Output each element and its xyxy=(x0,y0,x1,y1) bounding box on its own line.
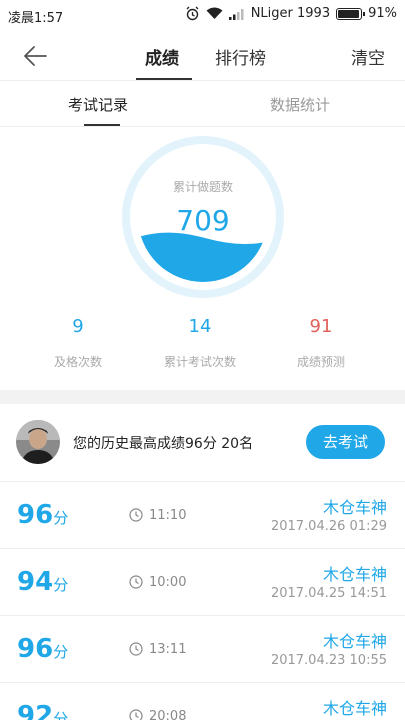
clock-icon xyxy=(129,508,143,522)
record-duration: 20:08 xyxy=(149,709,187,720)
score-value: 94 xyxy=(17,567,54,597)
list-item[interactable]: 94分 10:00 木仓车神 2017.04.25 14:51 xyxy=(0,549,405,616)
list-item[interactable]: 96分 11:10 木仓车神 2017.04.26 01:29 xyxy=(0,482,405,549)
record-score: 96分 xyxy=(17,634,68,664)
clear-button[interactable]: 清空 xyxy=(351,44,385,69)
stat-score-prediction: 91 成绩预测 xyxy=(261,316,381,370)
score-unit: 分 xyxy=(53,710,69,720)
arrow-left-icon[interactable] xyxy=(20,40,52,72)
record-duration: 11:10 xyxy=(149,508,187,523)
stat-exam-count: 14 累计考试次数 xyxy=(140,316,260,370)
record-date: 2017.04.25 14:51 xyxy=(270,586,387,601)
record-score: 94分 xyxy=(17,567,68,597)
carrier-name: NLiger 1993 xyxy=(250,6,331,21)
stat-value: 14 xyxy=(188,316,212,337)
score-value: 96 xyxy=(17,500,54,530)
summary-panel: 累计做题数 709 9 及格次数 14 累计考试次数 91 成绩预测 xyxy=(0,128,405,390)
record-score: 96分 xyxy=(17,500,68,530)
clock-icon xyxy=(129,709,143,720)
stat-value: 91 xyxy=(309,316,333,337)
total-questions-label: 累计做题数 xyxy=(172,180,233,194)
tab-ranking[interactable]: 排行榜 xyxy=(215,44,266,69)
score-unit: 分 xyxy=(53,509,69,527)
wifi-icon xyxy=(206,7,223,19)
list-item[interactable]: 92分 20:08 木仓车神 xyxy=(0,683,405,720)
stat-label: 及格次数 xyxy=(53,355,102,369)
score-unit: 分 xyxy=(53,643,69,661)
status-bar: 凌晨1:57 NLiger 1993 91% xyxy=(0,0,405,30)
record-date: 2017.04.23 10:55 xyxy=(270,653,387,668)
clock-icon xyxy=(129,575,143,589)
sub-tabs: 考试记录 数据统计 xyxy=(0,82,405,127)
take-exam-button[interactable]: 去考试 xyxy=(306,425,385,459)
record-score: 92分 xyxy=(17,701,68,720)
section-divider xyxy=(0,390,405,404)
stat-pass-count: 9 及格次数 xyxy=(18,316,138,370)
best-score-row: 您的历史最高成绩96分 20名 去考试 xyxy=(0,404,405,482)
signal-icon xyxy=(228,8,244,20)
tab-data-statistics[interactable]: 数据统计 xyxy=(270,94,330,115)
record-duration: 13:11 xyxy=(149,642,187,657)
total-questions-value: 709 xyxy=(176,204,230,237)
stat-label: 累计考试次数 xyxy=(163,355,236,369)
list-item[interactable]: 96分 13:11 木仓车神 2017.04.23 10:55 xyxy=(0,616,405,683)
record-date: 2017.04.26 01:29 xyxy=(270,519,387,534)
record-author: 木仓车神 xyxy=(322,632,387,651)
active-subtab-indicator xyxy=(84,124,120,126)
tab-exam-records[interactable]: 考试记录 xyxy=(68,94,128,115)
record-author: 木仓车神 xyxy=(322,565,387,584)
question-count-circle: 累计做题数 709 xyxy=(120,134,286,300)
score-unit: 分 xyxy=(53,576,69,594)
active-tab-indicator xyxy=(136,78,192,80)
record-duration: 10:00 xyxy=(149,575,187,590)
battery-percent: 91% xyxy=(368,6,397,21)
record-author: 木仓车神 xyxy=(322,498,387,517)
alarm-icon xyxy=(186,6,199,21)
stat-label: 成绩预测 xyxy=(296,355,345,369)
score-value: 92 xyxy=(17,701,54,720)
tab-scores[interactable]: 成绩 xyxy=(145,44,179,69)
status-time: 凌晨1:57 xyxy=(8,11,64,26)
score-value: 96 xyxy=(17,634,54,664)
best-score-text: 您的历史最高成绩96分 20名 xyxy=(73,436,254,452)
status-icons: NLiger 1993 91% xyxy=(185,6,397,21)
stat-value: 9 xyxy=(72,316,84,337)
avatar[interactable] xyxy=(16,420,60,464)
clock-icon xyxy=(129,642,143,656)
nav-bar: 成绩 排行榜 清空 xyxy=(0,30,405,81)
record-author: 木仓车神 xyxy=(322,699,387,718)
battery-icon xyxy=(336,7,366,20)
